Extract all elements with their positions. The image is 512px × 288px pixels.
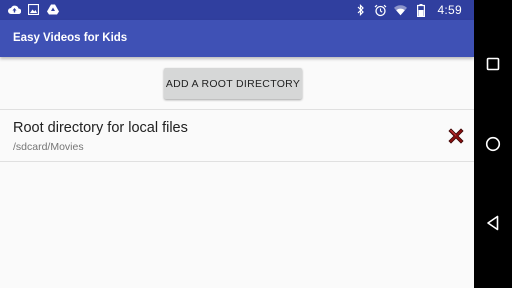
bluetooth-icon xyxy=(354,4,367,17)
status-bar: 4:59 xyxy=(0,0,474,20)
home-circle-icon xyxy=(485,136,501,152)
main-content: ADD A ROOT DIRECTORY Root directory for … xyxy=(0,57,474,288)
navigation-bar xyxy=(474,0,512,288)
list-divider-bottom xyxy=(0,161,474,162)
clock-time: 4:59 xyxy=(437,3,462,17)
remove-x-icon xyxy=(448,128,464,144)
directory-path: /sdcard/Movies xyxy=(13,141,84,153)
notification-icons xyxy=(8,3,59,16)
app-title: Easy Videos for Kids xyxy=(13,32,128,44)
wifi-icon xyxy=(394,4,408,17)
recents-square-icon xyxy=(486,57,500,71)
app-screen: 4:59 Easy Videos for Kids ADD A ROOT DIR… xyxy=(0,0,474,288)
system-icons: 4:59 xyxy=(354,2,462,18)
back-triangle-icon xyxy=(487,215,499,231)
drive-icon xyxy=(46,3,59,16)
home-button[interactable] xyxy=(483,134,503,154)
directory-list-item[interactable]: Root directory for local files /sdcard/M… xyxy=(0,110,474,161)
image-icon xyxy=(27,3,40,16)
add-root-directory-button[interactable]: ADD A ROOT DIRECTORY xyxy=(164,68,302,99)
alarm-icon xyxy=(374,4,387,17)
recents-button[interactable] xyxy=(483,54,503,74)
battery-icon xyxy=(414,3,427,17)
remove-directory-button[interactable] xyxy=(446,126,466,146)
app-bar: Easy Videos for Kids xyxy=(0,20,474,57)
directory-name: Root directory for local files xyxy=(13,120,188,136)
back-button[interactable] xyxy=(483,213,503,233)
cloud-upload-icon xyxy=(8,3,21,16)
